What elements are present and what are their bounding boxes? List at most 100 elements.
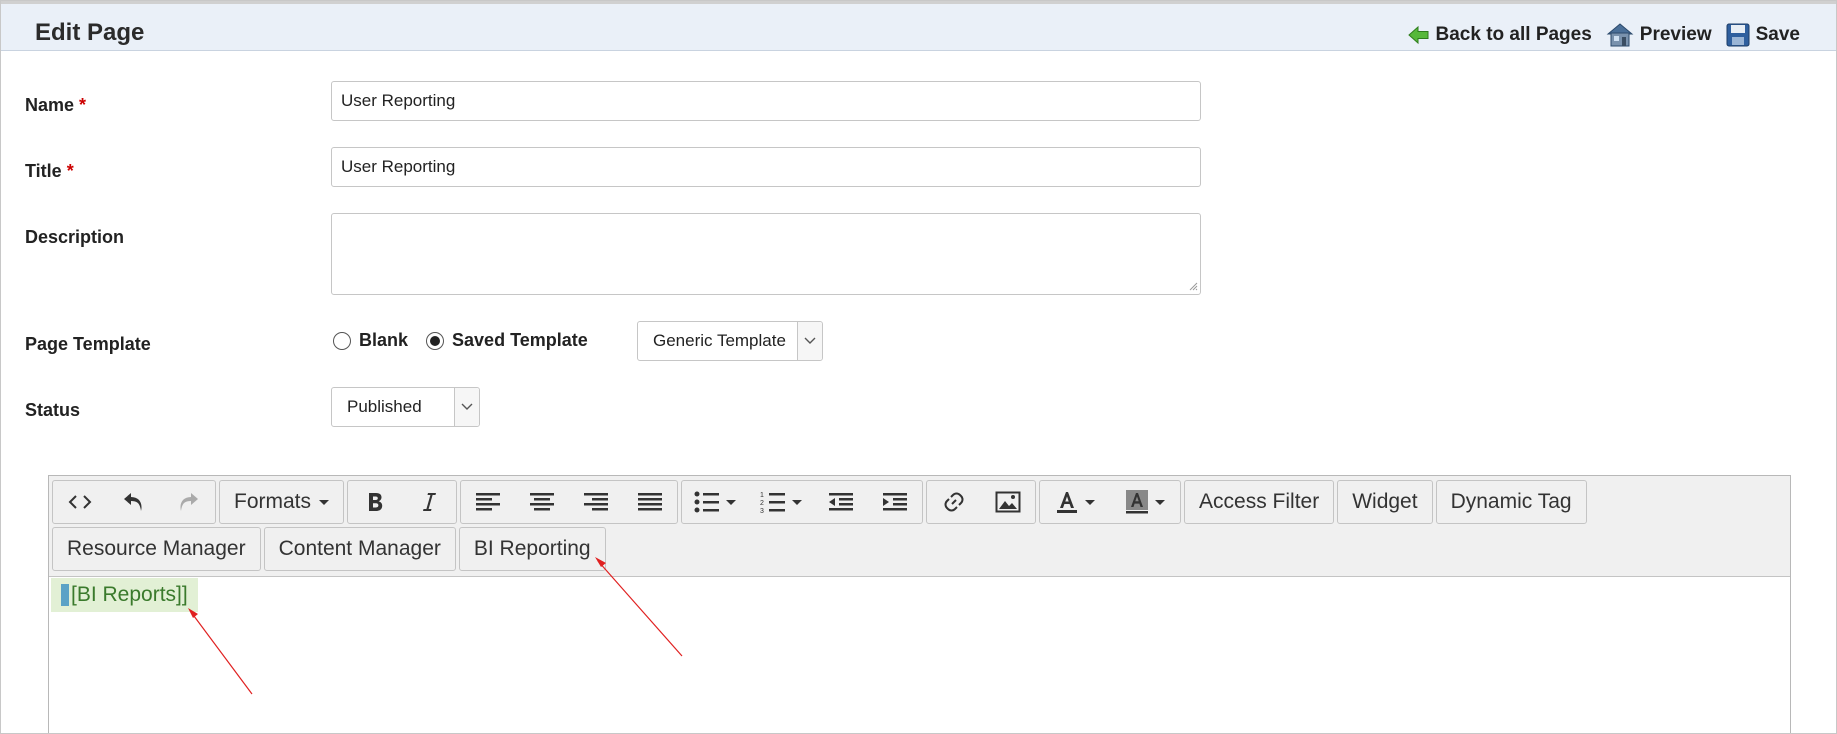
undo-icon <box>124 493 142 511</box>
toolbar-row-1: Formats 1 2 3 Access Filter Widget Dynam… <box>52 480 1587 524</box>
outdent-button[interactable] <box>814 481 868 523</box>
align-center-button[interactable] <box>515 481 569 523</box>
toolbar-row-2: Resource Manager Content Manager BI Repo… <box>52 527 606 571</box>
bold-button[interactable] <box>348 481 402 523</box>
house-preview-icon <box>1606 23 1634 47</box>
status-label: Status <box>25 400 81 420</box>
title-label: Title * <box>25 161 74 182</box>
redo-button[interactable] <box>161 481 215 523</box>
italic-button[interactable] <box>402 481 456 523</box>
bullet-list-button[interactable] <box>682 481 748 523</box>
insert-image-button[interactable] <box>981 481 1035 523</box>
align-left-button[interactable] <box>461 481 515 523</box>
bi-reporting-button[interactable]: BI Reporting <box>460 528 605 570</box>
align-justify-button[interactable] <box>623 481 677 523</box>
toolbar-group-bi-reporting: BI Reporting <box>458 527 606 571</box>
caret-down-icon <box>792 499 803 505</box>
description-textarea[interactable] <box>331 213 1201 295</box>
toolbar-group-history <box>52 480 216 524</box>
toolbar-group-color <box>1039 480 1182 524</box>
page-title: Edit Page <box>35 19 145 46</box>
caret-down-icon <box>726 499 737 505</box>
status-select-value: Published <box>347 397 422 416</box>
rich-text-editor: Formats 1 2 3 Access Filter Widget Dynam… <box>48 475 1791 733</box>
image-icon <box>995 491 1021 513</box>
chevron-down-icon <box>454 388 479 426</box>
page-header: Edit Page Back to all Pages Preview Save <box>1 4 1836 51</box>
toolbar-group-resource-manager: Resource Manager <box>52 527 261 571</box>
page-template-radio-group: Blank Saved Template <box>333 330 588 351</box>
formats-label: Formats <box>234 490 312 513</box>
editor-toolbar: Formats 1 2 3 Access Filter Widget Dynam… <box>49 476 1790 577</box>
template-select-value: Generic Template <box>653 331 786 350</box>
svg-text:2: 2 <box>760 500 764 507</box>
template-select[interactable]: Generic Template <box>637 321 823 361</box>
bi-reports-dynamic-tag[interactable]: [BI Reports]] <box>51 578 198 612</box>
description-label: Description <box>25 227 125 247</box>
radio-blank[interactable] <box>333 331 351 350</box>
align-right-icon <box>584 493 609 511</box>
resize-grip-icon[interactable] <box>1188 281 1198 291</box>
required-mark: * <box>79 95 87 115</box>
text-color-button[interactable] <box>1040 481 1110 523</box>
name-label-text: Name <box>25 95 75 115</box>
title-label-text: Title <box>25 161 62 181</box>
text-color-icon <box>1057 492 1078 513</box>
formats-dropdown[interactable]: Formats <box>220 481 343 523</box>
name-input[interactable] <box>331 81 1201 121</box>
status-select[interactable]: Published <box>331 387 480 427</box>
indent-button[interactable] <box>868 481 922 523</box>
svg-text:3: 3 <box>760 508 764 513</box>
italic-icon <box>423 493 437 511</box>
radio-saved-template[interactable] <box>426 331 445 350</box>
bullet-list-icon <box>694 491 720 513</box>
align-justify-icon <box>638 493 663 511</box>
page-frame: Edit Page Back to all Pages Preview Save… <box>0 0 1837 734</box>
tag-text: BI Reports]] <box>76 583 188 606</box>
toolbar-group-dynamic-tag: Dynamic Tag <box>1435 480 1587 524</box>
preview-button[interactable]: Preview <box>1606 22 1712 48</box>
redo-icon <box>180 493 198 511</box>
caret-down-icon <box>1085 499 1096 505</box>
insert-link-button[interactable] <box>927 481 981 523</box>
align-right-button[interactable] <box>569 481 623 523</box>
toolbar-group-access-filter: Access Filter <box>1184 480 1335 524</box>
required-mark: * <box>66 161 74 181</box>
background-color-button[interactable] <box>1110 481 1180 523</box>
save-label: Save <box>1755 24 1800 45</box>
toolbar-group-text-style <box>347 480 458 524</box>
editor-content-area[interactable]: [BI Reports]] <box>49 576 1790 733</box>
svg-text:1: 1 <box>760 492 764 499</box>
back-to-pages-button[interactable]: Back to all Pages <box>1407 24 1592 46</box>
content-manager-button[interactable]: Content Manager <box>265 528 455 570</box>
back-arrow-icon <box>1407 25 1428 45</box>
resource-manager-button[interactable]: Resource Manager <box>53 528 260 570</box>
code-icon <box>68 495 92 509</box>
access-filter-button[interactable]: Access Filter <box>1185 481 1333 523</box>
outdent-icon <box>829 493 854 511</box>
dynamic-tag-button[interactable]: Dynamic Tag <box>1437 481 1586 523</box>
back-to-pages-label: Back to all Pages <box>1435 24 1592 45</box>
align-center-icon <box>530 493 555 511</box>
toolbar-group-content-manager: Content Manager <box>263 527 456 571</box>
toolbar-group-insert <box>926 480 1037 524</box>
bold-icon <box>369 493 383 511</box>
toolbar-group-formats: Formats <box>219 480 345 524</box>
floppy-save-icon <box>1726 23 1750 47</box>
caret-down-icon <box>1155 499 1166 505</box>
numbered-list-button[interactable]: 123 <box>748 481 814 523</box>
radio-saved-template-label: Saved Template <box>452 330 588 350</box>
background-color-icon <box>1126 490 1149 514</box>
toolbar-group-lists: 123 <box>681 480 924 524</box>
text-cursor <box>61 584 69 606</box>
indent-icon <box>883 493 908 511</box>
toolbar-group-align <box>460 480 679 524</box>
save-button[interactable]: Save <box>1726 23 1800 47</box>
widget-button[interactable]: Widget <box>1338 481 1431 523</box>
link-icon <box>944 492 964 512</box>
source-code-button[interactable] <box>53 481 107 523</box>
title-input[interactable] <box>331 147 1201 187</box>
toolbar-group-widget: Widget <box>1337 480 1433 524</box>
caret-down-icon <box>319 499 330 505</box>
undo-button[interactable] <box>107 481 161 523</box>
